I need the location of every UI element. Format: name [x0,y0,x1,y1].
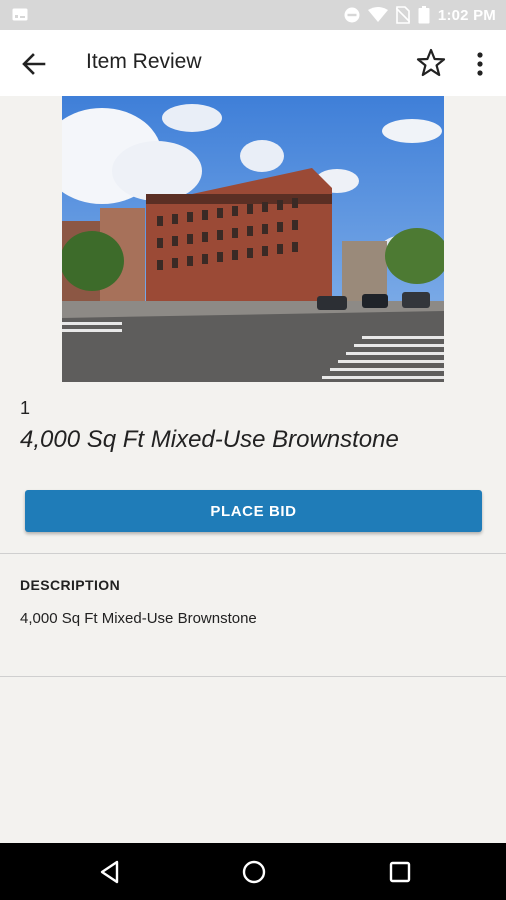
item-title: 4,000 Sq Ft Mixed-Use Brownstone [20,426,399,453]
do-not-disturb-icon [344,7,360,23]
page-title: Item Review [86,50,202,73]
description-heading: DESCRIPTION [20,577,121,593]
description-body: 4,000 Sq Ft Mixed-Use Brownstone [20,610,257,627]
divider [0,553,506,554]
recents-square-icon[interactable] [387,859,413,885]
image-notification-icon [12,8,28,21]
app-bar: Item Review [0,30,506,96]
more-vertical-icon[interactable] [470,50,490,78]
battery-icon [418,6,430,24]
place-bid-button[interactable]: PLACE BID [25,490,482,532]
star-outline-icon[interactable] [415,47,447,79]
back-triangle-icon[interactable] [97,859,123,885]
status-icons: 1:02 PM [344,4,496,26]
clock: 1:02 PM [437,6,496,24]
home-circle-icon[interactable] [241,859,267,885]
system-nav-bar [0,843,506,900]
item-photo [62,96,444,382]
no-sim-icon [395,6,410,24]
wifi-icon [367,7,388,22]
arrow-left-icon[interactable] [20,50,48,78]
status-bar: 1:02 PM [0,0,506,30]
lot-number: 1 [20,398,31,418]
divider [0,676,506,677]
